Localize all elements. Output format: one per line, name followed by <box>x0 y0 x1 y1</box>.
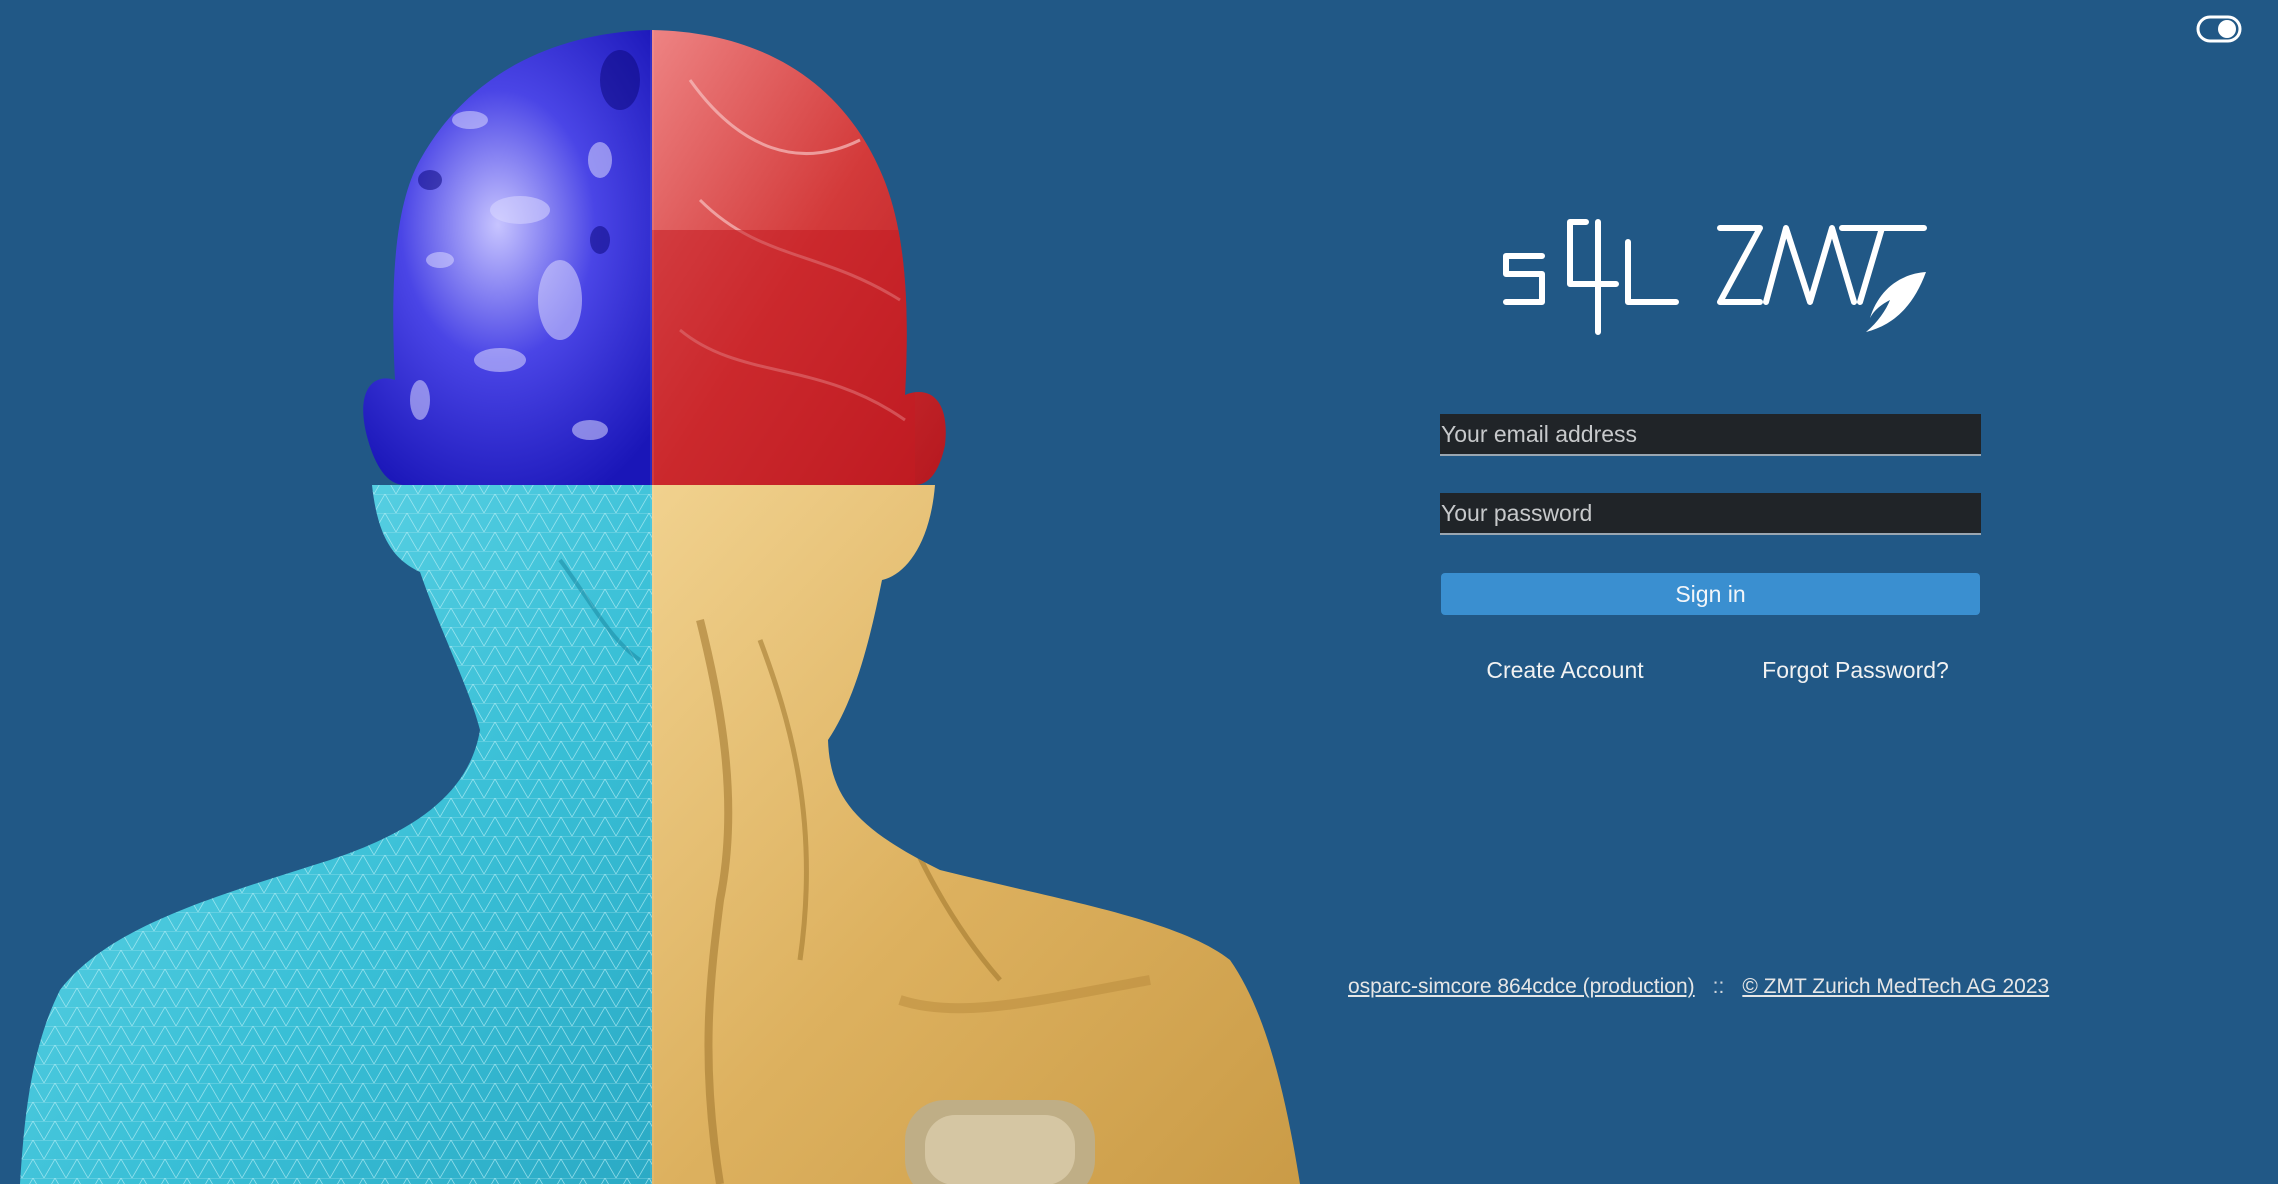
sign-in-button[interactable]: Sign in <box>1441 573 1980 615</box>
footer-separator: :: <box>1712 975 1725 998</box>
footer: osparc-simcore 864cdce (production):: © Z… <box>1348 972 2108 1002</box>
login-page: Sign in Create Account Forgot Password? … <box>0 0 2278 1184</box>
toggle-icon[interactable] <box>2196 14 2242 44</box>
email-field[interactable] <box>1440 414 1981 456</box>
password-field[interactable] <box>1440 493 1981 535</box>
copyright-link[interactable]: © ZMT Zurich MedTech AG 2023 <box>1742 975 2049 998</box>
anatomy-illustration <box>20 30 1300 1184</box>
create-account-button[interactable]: Create Account <box>1440 654 1690 686</box>
forgot-password-button[interactable]: Forgot Password? <box>1730 654 1981 686</box>
s4l-zmt-logo <box>1503 219 1927 335</box>
version-link[interactable]: osparc-simcore 864cdce (production) <box>1348 975 1695 998</box>
